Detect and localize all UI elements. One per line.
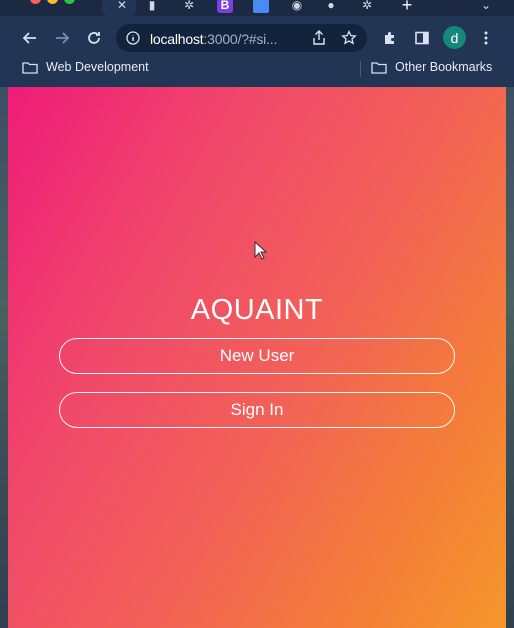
url-host: localhost <box>150 31 204 47</box>
url-path: :3000/?#si... <box>203 31 278 47</box>
page-viewport: AQUAINT New User Sign In <box>8 87 506 628</box>
reload-button[interactable] <box>83 27 105 49</box>
active-tab[interactable]: ✕ <box>102 0 136 16</box>
close-window-button[interactable] <box>30 0 41 4</box>
zoom-window-button[interactable] <box>64 0 75 4</box>
tab-search-chevron-icon[interactable]: ⌄ <box>478 0 494 13</box>
address-bar[interactable]: localhost:3000/?#si... <box>116 24 367 52</box>
tab-chrome-icon[interactable]: ◉ <box>289 0 305 13</box>
profile-avatar[interactable]: d <box>443 26 466 49</box>
bookmarks-separator <box>360 61 361 77</box>
app-title: AQUAINT <box>190 294 324 326</box>
site-info-icon[interactable] <box>126 31 140 45</box>
new-tab-plus-icon[interactable]: + <box>399 0 415 15</box>
bookmark-star-icon[interactable] <box>341 30 357 46</box>
desktop-background-left <box>0 87 8 628</box>
tab-bug-icon-2[interactable]: ✲ <box>359 0 375 13</box>
tab-bootstrap-icon[interactable]: B <box>217 0 233 13</box>
side-panel-button[interactable] <box>411 27 433 49</box>
folder-icon <box>371 61 387 74</box>
new-user-button[interactable]: New User <box>59 338 455 374</box>
side-panel-icon <box>415 31 429 45</box>
tab-docs-icon[interactable] <box>253 0 269 13</box>
tab-strip: ✕ ▮ ✲ B ◉ ● ✲ + ⌄ <box>0 0 514 16</box>
bookmark-folder-web-development[interactable]: Web Development <box>22 60 149 74</box>
forward-arrow-icon <box>56 32 70 44</box>
share-icon[interactable] <box>312 30 326 46</box>
tab-bug-icon[interactable]: ✲ <box>181 0 197 13</box>
forward-button[interactable] <box>51 27 73 49</box>
menu-button[interactable] <box>475 27 497 49</box>
bookmark-folder-other-bookmarks[interactable]: Other Bookmarks <box>371 60 492 74</box>
desktop-background-right <box>506 87 514 628</box>
url-text[interactable]: localhost:3000/?#si... <box>150 31 277 47</box>
bookmark-folder-label: Web Development <box>46 60 149 74</box>
bookmarks-bar: Web Development Other Bookmarks <box>0 57 514 81</box>
puzzle-icon <box>385 32 394 44</box>
bookmark-folder-label: Other Bookmarks <box>395 60 493 74</box>
folder-icon <box>22 61 38 74</box>
kebab-menu-icon <box>484 31 488 45</box>
browser-chrome: ✕ ▮ ✲ B ◉ ● ✲ + ⌄ localhost:3000/?#si... <box>0 0 514 87</box>
tab-database-icon[interactable]: ▮ <box>144 0 160 13</box>
back-button[interactable] <box>19 27 41 49</box>
sign-in-button[interactable]: Sign In <box>59 392 455 428</box>
tab-close-icon[interactable]: ✕ <box>114 0 130 13</box>
minimize-window-button[interactable] <box>47 0 58 4</box>
window-controls <box>30 0 75 4</box>
back-arrow-icon <box>22 32 36 44</box>
toolbar: localhost:3000/?#si... d <box>0 22 514 54</box>
mouse-cursor-icon <box>254 241 268 260</box>
extensions-button[interactable] <box>379 27 401 49</box>
reload-icon <box>88 32 100 44</box>
tab-github-icon[interactable]: ● <box>323 0 339 13</box>
